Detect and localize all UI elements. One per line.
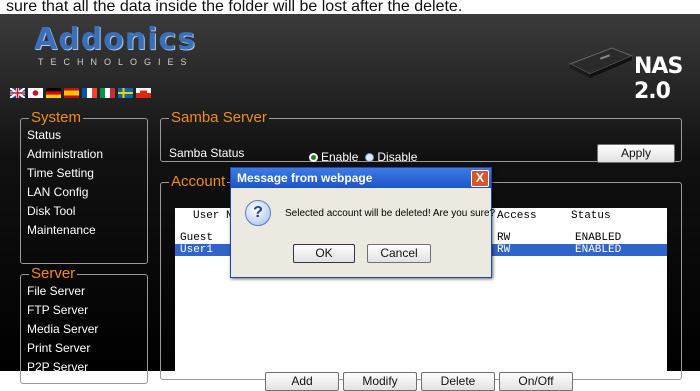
nas-device-image — [568, 47, 634, 78]
server-legend: Server — [31, 265, 76, 282]
column-header-user: User N — [193, 210, 233, 222]
menu-p2p-server[interactable]: P2P Server — [21, 358, 147, 377]
samba-status-label: Samba Status — [169, 146, 245, 160]
confirm-dialog: Message from webpage X ? Selected accoun… — [230, 167, 496, 278]
server-menu: Server File Server FTP Server Media Serv… — [20, 266, 148, 384]
delete-button[interactable]: Delete — [421, 372, 495, 391]
menu-print-server[interactable]: Print Server — [21, 339, 147, 358]
account-legend: Account — [171, 173, 226, 190]
page-top-text: sure that all the data inside the folder… — [0, 0, 700, 14]
language-flags — [10, 88, 151, 100]
samba-status-radios: Enable Disable — [309, 150, 417, 164]
menu-maintenance[interactable]: Maintenance — [21, 221, 147, 240]
menu-time-setting[interactable]: Time Setting — [21, 164, 147, 183]
france-flag-icon[interactable] — [82, 88, 97, 98]
chinese-flag-icon[interactable] — [136, 88, 151, 98]
japan-flag-icon[interactable] — [28, 88, 43, 98]
system-menu: System Status Administration Time Settin… — [20, 110, 148, 264]
disable-label: Disable — [377, 150, 418, 164]
ok-button[interactable]: OK — [293, 244, 355, 263]
logo-brand: Addonics — [34, 22, 197, 57]
question-icon: ? — [245, 200, 271, 226]
menu-administration[interactable]: Administration — [21, 145, 147, 164]
enable-radio[interactable] — [309, 152, 318, 162]
menu-file-server[interactable]: File Server — [21, 282, 147, 301]
addonics-logo: Addonics TECHNOLOGIES — [34, 22, 197, 72]
nas-admin-page: Addonics TECHNOLOGIES NAS 2.0 System Sta… — [0, 14, 700, 391]
menu-lan-config[interactable]: LAN Config — [21, 183, 147, 202]
apply-button[interactable]: Apply — [597, 144, 675, 163]
menu-ftp-server[interactable]: FTP Server — [21, 301, 147, 320]
cell-status: ENABLED — [575, 232, 622, 244]
dialog-message: Selected account will be deleted! Are yo… — [285, 208, 496, 219]
cell-user: Guest — [180, 232, 214, 244]
menu-disk-tool[interactable]: Disk Tool — [21, 202, 147, 221]
cell-status: ENABLED — [575, 244, 622, 256]
dialog-titlebar[interactable]: Message from webpage X — [231, 168, 491, 188]
column-header-access: Access — [497, 210, 537, 222]
logo-subtitle: TECHNOLOGIES — [38, 57, 194, 67]
enable-label: Enable — [321, 150, 359, 164]
sweden-flag-icon[interactable] — [118, 88, 133, 98]
disable-radio[interactable] — [365, 152, 375, 162]
cell-access: RW — [497, 244, 511, 256]
menu-media-server[interactable]: Media Server — [21, 320, 147, 339]
germany-flag-icon[interactable] — [46, 88, 61, 98]
uk-flag-icon[interactable] — [10, 88, 25, 98]
cancel-button[interactable]: Cancel — [367, 244, 431, 263]
column-header-status: Status — [571, 210, 611, 222]
samba-server-panel: Samba Server Samba Status Enable Disable… — [160, 109, 682, 164]
add-button[interactable]: Add — [265, 372, 339, 391]
menu-status[interactable]: Status — [21, 126, 147, 145]
spain-flag-icon[interactable] — [64, 88, 79, 98]
modify-button[interactable]: Modify — [343, 372, 417, 391]
dialog-title: Message from webpage — [237, 171, 373, 185]
italy-flag-icon[interactable] — [100, 88, 115, 98]
close-icon[interactable]: X — [471, 170, 489, 187]
samba-legend: Samba Server — [171, 109, 267, 126]
cell-access: RW — [497, 232, 511, 244]
cell-user: User1 — [180, 244, 214, 256]
system-legend: System — [31, 109, 82, 126]
model-name: NAS 2.0 — [634, 54, 683, 104]
on-off-button[interactable]: On/Off — [499, 372, 573, 391]
